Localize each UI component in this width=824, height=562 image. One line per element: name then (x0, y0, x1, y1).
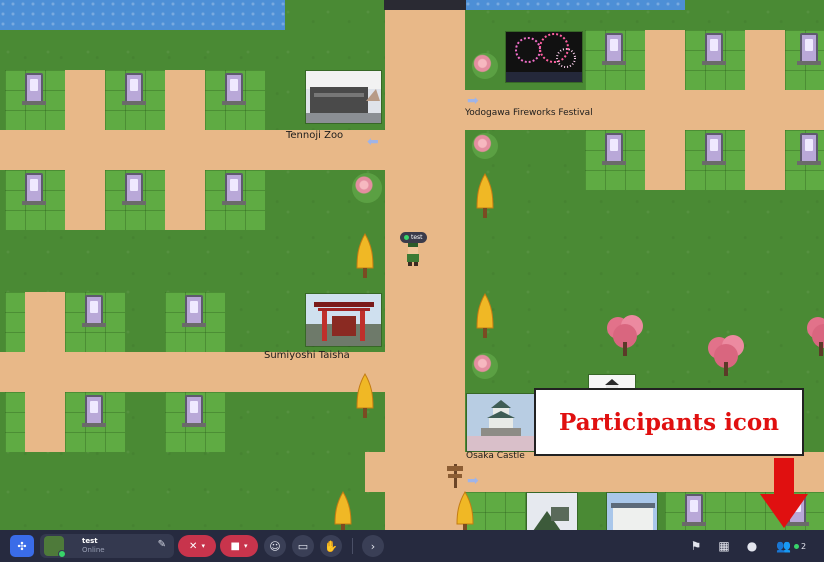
build-button[interactable]: ⚑ (688, 538, 704, 554)
label-yodogawa-fireworks: Yodogawa Fireworks Festival (465, 108, 593, 118)
road-right-b (745, 30, 785, 190)
desk[interactable] (222, 173, 246, 205)
calendar-button[interactable]: ▦ (716, 538, 732, 554)
avatar (44, 536, 66, 558)
desk[interactable] (797, 33, 821, 65)
osaka-castle-photo[interactable] (466, 393, 536, 452)
road-left-b (165, 70, 205, 230)
desk[interactable] (602, 133, 626, 165)
network-icon: ✣ (17, 539, 27, 553)
ginkgo-tree (356, 233, 374, 278)
ginkgo-tree (456, 491, 474, 530)
water-top-right (465, 0, 685, 10)
player-name-tag: test (400, 232, 427, 243)
expand-button[interactable]: › (362, 535, 384, 557)
ginkgo-tree (334, 491, 352, 530)
tennoji-zoo-photo[interactable] (305, 70, 382, 124)
sumiyoshi-taisha-photo[interactable] (305, 293, 382, 347)
raise-hand-button[interactable]: ✋ (320, 535, 342, 557)
label-tennoji-zoo: Tennoji Zoo (286, 130, 344, 141)
screen-share-icon: ▭ (297, 539, 309, 553)
bottom-toolbar: ✣ test Online ✎ ✕ ▾ ■ ▾ ☺ ▭ ✋ › ⚑ ▦ ● 👥 2 (0, 530, 824, 562)
user-status: Online (82, 546, 105, 554)
fireworks-photo[interactable] (505, 31, 583, 83)
app-logo-button[interactable]: ✣ (10, 535, 34, 557)
tile-area (5, 292, 25, 352)
desk[interactable] (182, 295, 206, 327)
mic-off-icon: ✕ (189, 540, 198, 552)
player-name: test (411, 234, 423, 241)
chevron-right-icon: › (370, 539, 376, 553)
photo-bottom-1[interactable] (526, 492, 578, 530)
calendar-icon: ▦ (718, 539, 730, 553)
flower-bush (352, 173, 382, 203)
cherry-tree (607, 315, 643, 356)
participant-count: 2 (800, 541, 807, 551)
desk[interactable] (222, 73, 246, 105)
cherry-tree (807, 317, 824, 356)
arrow-left-icon: ⬅ (367, 134, 379, 150)
online-dot-icon (404, 235, 409, 240)
ginkgo-tree (356, 373, 374, 418)
desk[interactable] (182, 395, 206, 427)
flower-bush (472, 353, 498, 379)
game-map[interactable]: Tennoji Zoo Yodogawa Fireworks Festival … (0, 0, 824, 530)
cherry-tree (708, 335, 744, 376)
chevron-down-icon: ▾ (201, 542, 205, 550)
map-entrance (384, 0, 466, 10)
signpost-icon (447, 464, 463, 488)
camera-mute-button[interactable]: ■ ▾ (220, 535, 258, 557)
participants-icon-callout: Participants icon (534, 388, 804, 456)
user-name: test (82, 537, 98, 545)
ginkgo-tree (476, 293, 494, 338)
desk[interactable] (22, 73, 46, 105)
hand-icon: ✋ (324, 539, 338, 553)
desk[interactable] (797, 133, 821, 165)
desk[interactable] (82, 295, 106, 327)
label-sumiyoshi-taisha: Sumiyoshi Taisha (264, 350, 350, 361)
road-left-c (25, 292, 65, 452)
chevron-down-icon: ▾ (243, 542, 248, 550)
signpost-tool-icon: ⚑ (690, 539, 702, 553)
tile-area (5, 392, 25, 452)
road-left-a (65, 70, 105, 230)
desk[interactable] (22, 173, 46, 205)
pencil-icon[interactable]: ✎ (158, 539, 166, 550)
participants-button[interactable]: 👥 2 (776, 538, 812, 554)
arrow-right-icon: ➡ (467, 473, 479, 489)
callout-text: Participants icon (559, 408, 779, 436)
desk[interactable] (682, 494, 706, 526)
user-profile-button[interactable]: test Online ✎ (40, 534, 174, 558)
desk[interactable] (122, 173, 146, 205)
label-osaka-castle: Osaka Castle (466, 451, 525, 461)
water-top-left (0, 0, 285, 30)
desk[interactable] (82, 395, 106, 427)
red-down-arrow-icon (760, 458, 808, 528)
desk[interactable] (702, 33, 726, 65)
camera-off-icon: ■ (230, 540, 240, 552)
flower-bush (472, 53, 498, 79)
chat-icon: ● (746, 539, 758, 553)
arrow-right-icon: ➡ (467, 93, 479, 109)
flower-bush (472, 133, 498, 159)
avatar-sprite-icon (407, 243, 419, 266)
desk[interactable] (602, 33, 626, 65)
emoji-button[interactable]: ☺ (264, 535, 286, 557)
road-castle (365, 452, 824, 492)
toolbar-divider (352, 538, 353, 554)
emoji-icon: ☺ (269, 539, 281, 553)
chat-button[interactable]: ● (744, 538, 760, 554)
photo-bottom-2[interactable] (606, 492, 658, 530)
screen-share-button[interactable]: ▭ (292, 535, 314, 557)
online-dot-icon (793, 543, 799, 549)
desk[interactable] (122, 73, 146, 105)
desk[interactable] (702, 133, 726, 165)
ginkgo-tree (476, 173, 494, 218)
road-right-a (645, 30, 685, 190)
mic-mute-button[interactable]: ✕ ▾ (178, 535, 216, 557)
participants-icon: 👥 (776, 539, 791, 553)
